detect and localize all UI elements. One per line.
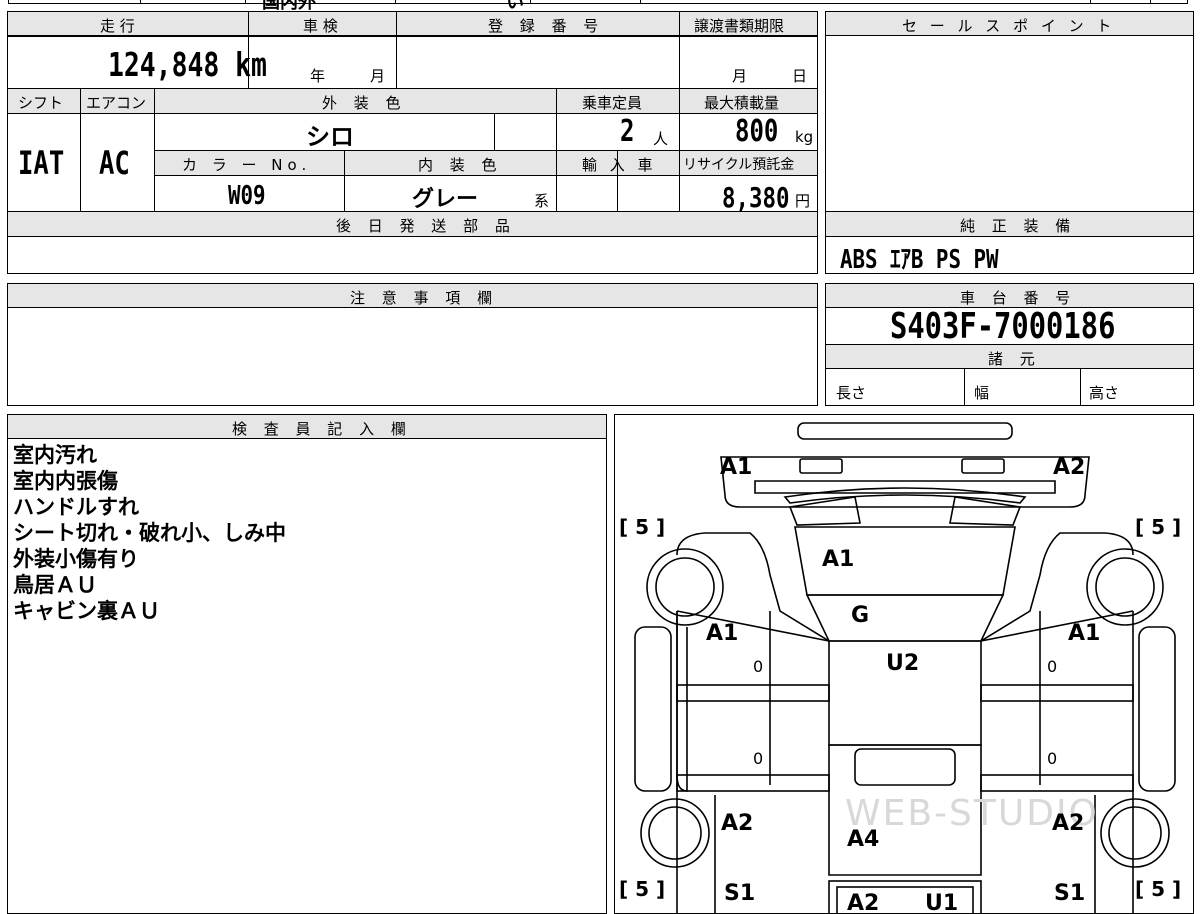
panel-zero-fl: 0 (753, 657, 764, 676)
chassis-number: S403F-7000186 (890, 306, 1116, 347)
exterior-color-value: シロ (306, 123, 354, 151)
transfer-day: 日 (792, 67, 808, 85)
inspector-note: 外装小傷有り (13, 547, 139, 571)
interior-color-suffix: 系 (534, 192, 550, 210)
panel-zero-rr: 0 (1047, 749, 1058, 768)
damage-label-sill-right: S1 (1054, 881, 1086, 906)
inspector-note: 室内内張傷 (13, 469, 118, 493)
recycle-value: 8,380 (722, 181, 790, 214)
spec-length: 長さ (836, 384, 867, 402)
damage-label-front-door-left: A1 (706, 621, 739, 646)
transfer-deadline-label: 譲渡書類期限 (694, 17, 785, 35)
capacity-label: 乗車定員 (582, 94, 643, 112)
damage-label-roof: U2 (886, 651, 920, 676)
inspector-label: 検 査 員 記 入 欄 (232, 420, 412, 438)
damage-label-bottom-a: A2 (847, 891, 880, 914)
tire-tread-fl: [ 5 ] (619, 515, 666, 539)
damage-label-bed: A4 (847, 827, 880, 852)
inspection-month: 月 (370, 67, 386, 85)
damage-label-front-right: A2 (1053, 455, 1086, 480)
inspector-note: 鳥居ＡＵ (13, 573, 97, 597)
max-load-unit: kg (795, 128, 814, 146)
shift-value: IAT (18, 144, 65, 182)
recycle-label: リサイクル預託金 (683, 157, 795, 173)
spec-width: 幅 (974, 384, 990, 402)
max-load-label: 最大積載量 (704, 94, 780, 112)
tire-tread-fr: [ 5 ] (1135, 515, 1182, 539)
damage-label-bottom-b: U1 (925, 891, 959, 914)
damage-label-rear-left: A2 (721, 811, 754, 836)
panel-zero-fr: 0 (1047, 657, 1058, 676)
max-load-value: 800 (735, 114, 779, 149)
color-no-label: カ ラ ー No. (182, 156, 312, 174)
mileage-label: 走 行 (100, 17, 135, 35)
specs-label: 諸 元 (988, 350, 1041, 368)
sales-point-label: セ ー ル ス ポ イ ン ト (902, 17, 1116, 35)
reg-number-label: 登 録 番 号 (488, 17, 605, 35)
damage-label-front-left: A1 (720, 455, 753, 480)
inspector-note: 室内汚れ (13, 443, 97, 467)
top-partial-strip (8, 0, 1188, 4)
inspector-note: キャビン裏ＡＵ (13, 599, 160, 623)
notes-label: 注 意 事 項 欄 (350, 289, 499, 307)
inspection-label: 車 検 (303, 17, 338, 35)
exterior-color-label: 外 装 色 (322, 94, 407, 112)
capacity-value: 2 (620, 114, 635, 149)
ac-label: エアコン (86, 94, 147, 112)
damage-label-rear-right: A2 (1052, 811, 1085, 836)
import-label: 輸 入 車 (582, 156, 657, 174)
shift-label: シフト (18, 94, 64, 112)
capacity-unit: 人 (653, 130, 669, 148)
mileage-value: 124,848 km (108, 45, 267, 84)
color-no-value: W09 (228, 181, 266, 211)
spec-height: 高さ (1089, 384, 1120, 402)
later-parts-label: 後 日 発 送 部 品 (336, 217, 516, 235)
damage-label-front-door-right: A1 (1068, 621, 1101, 646)
chassis-label: 車 台 番 号 (960, 289, 1077, 307)
inspector-note: シート切れ・破れ小、しみ中 (13, 521, 286, 545)
interior-color-value: グレー (412, 187, 479, 212)
inspection-year: 年 (310, 67, 326, 85)
ac-value: AC (99, 144, 130, 182)
interior-color-label: 内 装 色 (418, 156, 503, 174)
equipment-value: ABS ｴｱB PS PW (840, 245, 999, 275)
car-diagram-box: WEB-STUDIO A1 A2 A1 G U2 A1 A1 A2 A2 A4 … (614, 414, 1194, 914)
damage-label-sill-left: S1 (724, 881, 756, 906)
inspector-note: ハンドルすれ (13, 495, 139, 519)
tire-tread-rl: [ 5 ] (619, 877, 666, 901)
inspector-notes-list: 室内汚れ 室内内張傷 ハンドルすれ シート切れ・破れ小、しみ中 外装小傷有り 鳥… (13, 442, 286, 624)
panel-zero-rl: 0 (753, 749, 764, 768)
transfer-month: 月 (732, 67, 748, 85)
damage-label-hood: A1 (822, 547, 855, 572)
damage-label-windshield: G (851, 603, 870, 628)
tire-tread-rr: [ 5 ] (1135, 877, 1182, 901)
equipment-label: 純 正 装 備 (960, 217, 1077, 235)
recycle-unit: 円 (795, 192, 811, 210)
